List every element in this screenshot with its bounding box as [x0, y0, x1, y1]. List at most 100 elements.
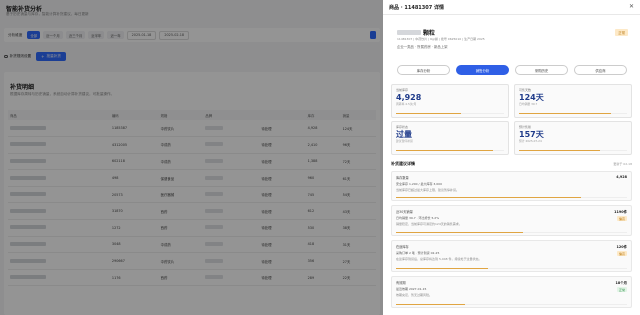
cell-spec: 中成药 — [158, 153, 204, 171]
cell-empty — [295, 202, 306, 221]
cell-stock: 289 — [305, 269, 341, 287]
col-sales: 销量 — [340, 110, 376, 120]
col-brand: 品牌 — [203, 110, 260, 120]
item-title: 在途库存 — [396, 245, 409, 249]
product-name-redacted — [10, 275, 46, 280]
chip-3m[interactable]: 近三个月 — [65, 31, 86, 39]
cell-product — [8, 236, 110, 254]
cell-sales: 31天 — [340, 236, 376, 254]
tab-supplier[interactable]: 供应商 — [574, 65, 627, 75]
brand-redacted — [205, 275, 224, 280]
product-name-redacted — [10, 225, 46, 230]
tab-purchase[interactable]: 采购历史 — [515, 65, 568, 75]
date-to-input[interactable]: 2025-02-18 — [159, 30, 190, 40]
brand-redacted — [205, 258, 224, 263]
table-row[interactable]: 20573 医疗器械 待处理 745 54天 — [8, 186, 376, 204]
brand-redacted — [205, 208, 224, 213]
chip-1y[interactable]: 近一年 — [107, 31, 124, 39]
cell-code: 1272 — [109, 219, 159, 237]
table-row[interactable]: 602118 中成药 待处理 1,388 72天 — [8, 153, 376, 171]
table-row[interactable]: 1176 西药 待处理 289 22天 — [8, 269, 376, 287]
settings-label: 补货规则设置 — [9, 54, 32, 58]
cell-empty — [295, 219, 306, 237]
cell-brand — [203, 169, 260, 187]
suggestion-item: 有效期 18个月 最近效期 2027-01-15 效期充足，暂无过期风险。 正常 — [391, 276, 632, 308]
cell-stock: 960 — [305, 169, 341, 187]
table-row[interactable]: 3048 中成药 待处理 418 31天 — [8, 236, 376, 254]
cell-code: 20573 — [109, 186, 159, 204]
cell-sales: 72天 — [340, 153, 376, 171]
kpi-note: 周转率 4.5次/月 — [396, 102, 417, 106]
cell-empty — [295, 120, 306, 138]
cell-sales: 54天 — [340, 186, 376, 204]
kpi-progress — [396, 112, 504, 114]
drawer-title: 商品 · 11481307 详情 — [389, 5, 444, 11]
close-icon[interactable]: ✕ — [629, 3, 634, 10]
cell-empty — [295, 252, 306, 270]
gear-icon — [4, 54, 8, 59]
table-row[interactable]: 31870 西药 待处理 612 43天 — [8, 202, 376, 221]
cell-spec: 医疗器械 — [158, 186, 204, 204]
table-row[interactable]: 4312005 中成药 待处理 2,410 96天 — [8, 136, 376, 154]
chip-all[interactable]: 全部 — [27, 31, 41, 39]
cell-product — [8, 202, 110, 221]
cell-sales: 43天 — [340, 202, 376, 221]
brand-redacted — [205, 192, 224, 197]
cell-empty — [295, 136, 306, 154]
cell-stock: 2,410 — [305, 136, 341, 154]
brand-redacted — [205, 142, 224, 147]
search-button[interactable] — [370, 31, 376, 39]
chip-1m[interactable]: 近一个月 — [43, 31, 63, 39]
table-row[interactable]: 290667 中药饮片 待处理 356 27天 — [8, 252, 376, 270]
settings-button[interactable]: 补货规则设置 — [4, 54, 31, 59]
filter-bar: 分析维度 全部 近一个月 近三个月 近半年 近一年 2025-01-18 202… — [4, 28, 380, 42]
kpi-card: 预计售罄 157天 预计 2025-07-24 — [514, 121, 632, 155]
cell-status: 待处理 — [259, 169, 296, 187]
brand-redacted — [205, 241, 224, 246]
card-title: 补货明细 — [10, 84, 35, 91]
cell-product — [8, 252, 110, 270]
section-note: 更新于 02-18 — [613, 162, 632, 166]
kpi-note: 建议暂停补货 — [396, 139, 413, 143]
cell-brand — [203, 186, 260, 204]
cell-product — [8, 120, 110, 138]
table-row[interactable]: 498 保健食品 待处理 960 61天 — [8, 169, 376, 187]
cell-status: 待处理 — [259, 236, 296, 254]
section-title: 补货建议详情 — [391, 161, 415, 166]
tab-sales[interactable]: 销售分析 — [456, 65, 509, 75]
item-progress — [396, 303, 627, 305]
detail-drawer: 商品 · 11481307 详情 ✕ 颗粒 11481307 | 中药饮片 | … — [383, 0, 640, 315]
cell-sales: 61天 — [340, 169, 376, 187]
status-badge: 正常 — [615, 29, 628, 36]
kpi-progress — [396, 149, 504, 151]
drawer-tabs: 库存分析 销售分析 采购历史 供应商 — [397, 65, 627, 75]
cell-sales: 124天 — [340, 120, 376, 138]
item-line: 最近效期 2027-01-15 — [396, 287, 427, 291]
brand-redacted — [205, 175, 224, 180]
batch-restock-button[interactable]: + 批量补货 — [36, 52, 66, 61]
product-tags: 企业一类品 · 所属药房 · 新品上架 — [397, 45, 448, 49]
kpi-progress — [519, 112, 627, 114]
table-header: 商品 编码 规格 品牌 库存 销量 — [8, 110, 376, 120]
date-from-input[interactable]: 2025-01-18 — [126, 30, 157, 40]
kpi-label: 预计售罄 — [519, 125, 532, 129]
cell-sales: 96天 — [340, 136, 376, 154]
cell-status: 待处理 — [259, 120, 296, 138]
tab-stock[interactable]: 库存分析 — [397, 65, 450, 75]
cell-code: 4312005 — [109, 136, 159, 154]
cell-empty — [295, 186, 306, 204]
product-name-redacted — [397, 30, 421, 35]
plus-icon: + — [41, 53, 45, 59]
chip-6m[interactable]: 近半年 — [88, 31, 105, 39]
kpi-card: 可售天数 124天 日均销量 39.7 — [514, 84, 632, 118]
kpi-progress — [519, 149, 627, 151]
table-row[interactable]: 1185387 中药饮片 待处理 4,928 124天 — [8, 120, 376, 138]
cell-spec: 中药饮片 — [158, 120, 204, 138]
product-name-redacted — [10, 175, 46, 180]
col-status — [259, 110, 296, 120]
kpi-value: 124天 — [519, 93, 544, 102]
table-row[interactable]: 1272 西药 待处理 530 38天 — [8, 219, 376, 237]
cell-sales: 22天 — [340, 269, 376, 287]
cell-status: 待处理 — [259, 202, 296, 221]
cell-product — [8, 169, 110, 187]
